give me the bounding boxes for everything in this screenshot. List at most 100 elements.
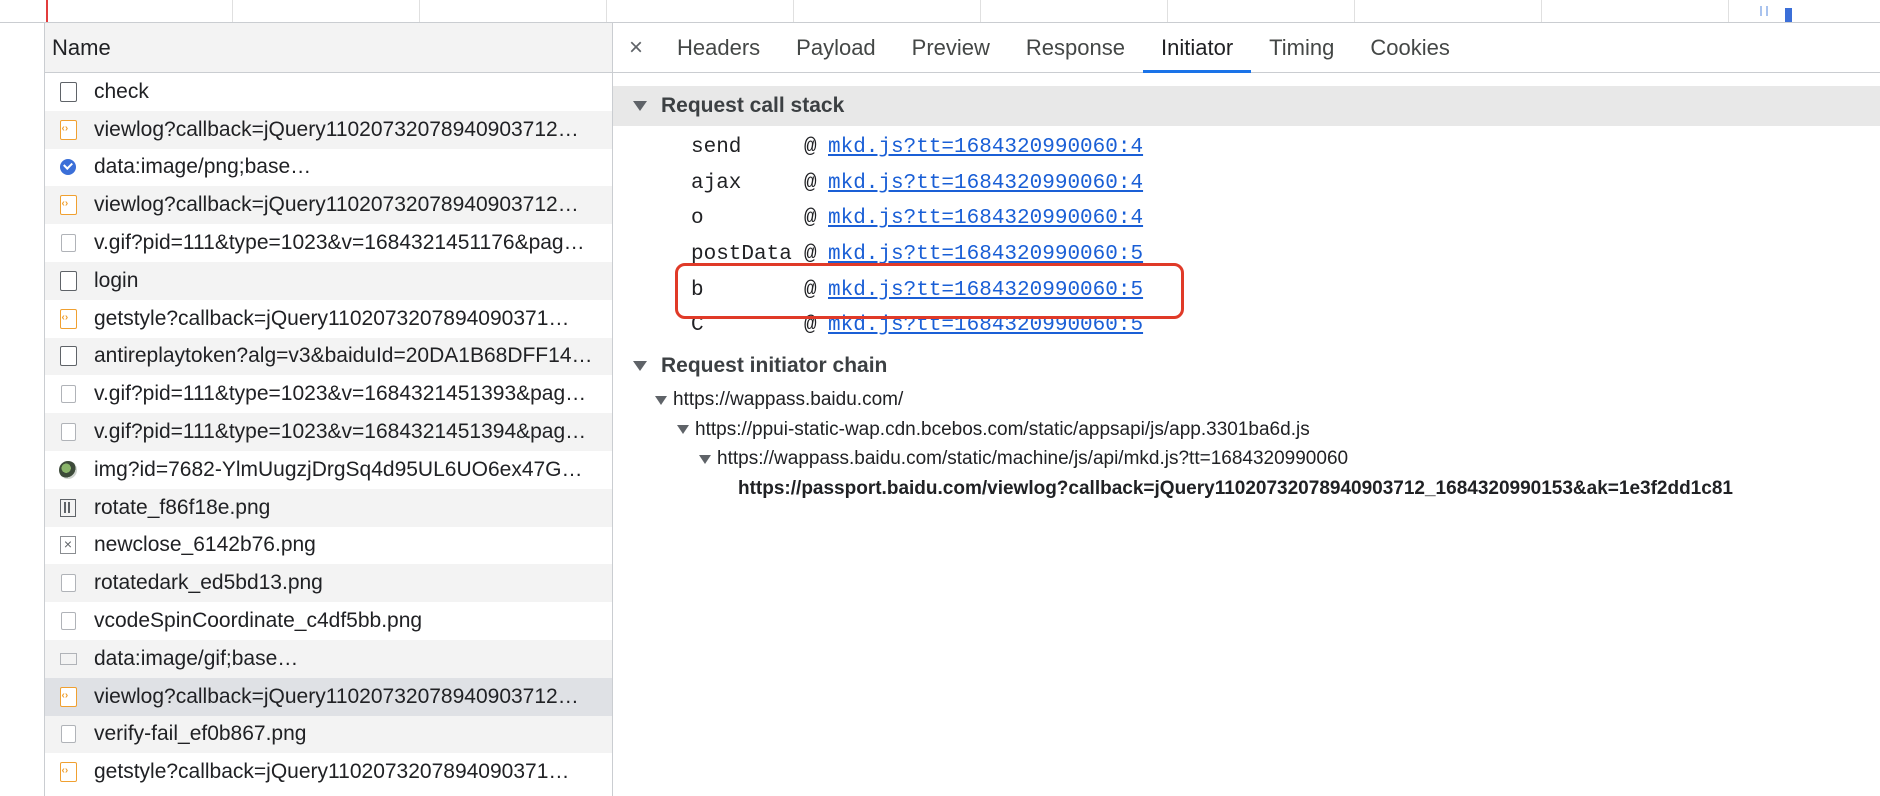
- script-icon: [59, 308, 77, 329]
- request-row[interactable]: v.gif?pid=111&type=1023&v=1684321451176&…: [45, 224, 612, 262]
- call-stack-frame: send @ mkd.js?tt=1684320990060:4: [691, 130, 1880, 166]
- initiator-url: https://wappass.baidu.com/: [673, 389, 904, 411]
- at-separator: @: [804, 207, 817, 231]
- request-name: newclose_6142b76.png: [94, 533, 316, 557]
- tab-response[interactable]: Response: [1008, 23, 1143, 72]
- tab-list: Headers Payload Preview Response Initiator Ti…: [659, 23, 1468, 73]
- tab-cookies[interactable]: Cookies: [1352, 23, 1467, 72]
- name-column-header[interactable]: Name: [45, 23, 612, 73]
- request-row[interactable]: viewlog?callback=jQuery11020732078940903…: [45, 186, 612, 225]
- tab-timing[interactable]: Timing: [1251, 23, 1352, 72]
- request-row[interactable]: check: [45, 73, 612, 111]
- network-timeline-overview[interactable]: [0, 0, 1880, 23]
- timeline-gridline: [1354, 0, 1355, 22]
- initiator-chain-item[interactable]: https://wappass.baidu.com/: [613, 386, 1880, 416]
- document-light-icon: [59, 724, 77, 744]
- timeline-request-bar: [1785, 8, 1792, 22]
- request-call-stack-header[interactable]: Request call stack: [613, 86, 1880, 126]
- timeline-gridline: [1167, 0, 1168, 22]
- request-name: rotate_f86f18e.png: [94, 495, 271, 519]
- at-separator: @: [804, 171, 817, 195]
- script-icon: [59, 195, 77, 216]
- tab-preview[interactable]: Preview: [894, 23, 1008, 72]
- frame-source-link[interactable]: mkd.js?tt=1684320990060:4: [828, 136, 1143, 159]
- document-light-icon: [59, 573, 77, 593]
- request-name: vcodeSpinCoordinate_c4df5bb.png: [94, 609, 423, 633]
- timeline-gridline: [1541, 0, 1542, 22]
- request-name: v.gif?pid=111&type=1023&v=1684321451393&…: [94, 382, 587, 406]
- initiator-chain-item[interactable]: https://ppui-static-wap.cdn.bcebos.com/s…: [613, 415, 1880, 445]
- section-title: Request initiator chain: [661, 353, 888, 377]
- section-title: Request call stack: [661, 94, 845, 117]
- call-stack-frames: send @ mkd.js?tt=1684320990060:4 ajax @ mkd.j…: [613, 126, 1880, 344]
- request-details-panel: × Headers Payload Preview Response Initiator…: [613, 23, 1880, 796]
- timeline-gridline: [232, 0, 233, 22]
- request-list: check viewlog?callback=jQuery110207320789…: [45, 73, 612, 791]
- request-row[interactable]: viewlog?callback=jQuery11020732078940903…: [45, 677, 612, 716]
- script-icon: [59, 119, 77, 140]
- timeline-gridline: [606, 0, 607, 22]
- bar-icon: [59, 649, 77, 669]
- request-row[interactable]: getstyle?callback=jQuery1102073207894090…: [45, 753, 612, 791]
- request-row[interactable]: viewlog?callback=jQuery11020732078940903…: [45, 110, 612, 149]
- request-row[interactable]: login: [45, 261, 612, 300]
- request-initiator-chain-header[interactable]: Request initiator chain: [613, 346, 1880, 386]
- request-name: getstyle?callback=jQuery1102073207894090…: [94, 760, 570, 784]
- timeline-gridline: [980, 0, 981, 22]
- request-row[interactable]: v.gif?pid=111&type=1023&v=1684321451394&…: [45, 413, 612, 451]
- tab-headers[interactable]: Headers: [659, 23, 778, 72]
- call-stack-frame: ajax @ mkd.js?tt=1684320990060:4: [691, 166, 1880, 202]
- request-name: verify-fail_ef0b867.png: [94, 722, 307, 746]
- initiator-chain-item[interactable]: https://wappass.baidu.com/static/machine…: [613, 445, 1880, 475]
- frame-source-link[interactable]: mkd.js?tt=1684320990060:4: [828, 207, 1143, 230]
- close-image-icon: ×: [59, 535, 77, 555]
- request-name: viewlog?callback=jQuery11020732078940903…: [94, 684, 579, 708]
- request-row[interactable]: rotate_f86f18e.png: [45, 488, 612, 527]
- request-name: img?id=7682-YlmUugzjDrgSq4d95UL6UO6ex47G…: [94, 457, 583, 481]
- request-name: data:image/png;base…: [94, 155, 312, 179]
- request-row[interactable]: getstyle?callback=jQuery1102073207894090…: [45, 300, 612, 338]
- frame-source-link[interactable]: mkd.js?tt=1684320990060:4: [828, 172, 1143, 195]
- timeline-request-bar: [1766, 6, 1768, 16]
- request-row[interactable]: × newclose_6142b76.png: [45, 527, 612, 565]
- initiator-chain-tree: https://wappass.baidu.com/https://ppui-s…: [613, 386, 1880, 504]
- request-name: data:image/gif;base…: [94, 646, 299, 670]
- timeline-request-bar: [1760, 6, 1762, 16]
- name-column-label: Name: [52, 34, 111, 60]
- document-light-icon: [59, 233, 77, 253]
- document-icon: [59, 270, 77, 291]
- initiator-url: https://passport.baidu.com/viewlog?callb…: [738, 477, 1733, 499]
- expand-triangle-icon: [633, 360, 647, 371]
- tab-payload[interactable]: Payload: [778, 23, 894, 72]
- request-row[interactable]: v.gif?pid=111&type=1023&v=1684321451393&…: [45, 375, 612, 413]
- request-row[interactable]: rotatedark_ed5bd13.png: [45, 564, 612, 603]
- request-row[interactable]: img?id=7682-YlmUugzjDrgSq4d95UL6UO6ex47G…: [45, 451, 612, 489]
- request-row[interactable]: verify-fail_ef0b867.png: [45, 715, 612, 754]
- expand-triangle-icon: [655, 395, 667, 405]
- request-row[interactable]: antireplaytoken?alg=v3&baiduId=20DA1B68D…: [45, 337, 612, 376]
- check-circle-icon: [59, 157, 77, 177]
- initiator-chain-item[interactable]: https://passport.baidu.com/viewlog?callb…: [613, 474, 1880, 504]
- request-name: check: [94, 79, 149, 103]
- request-name: v.gif?pid=111&type=1023&v=1684321451394&…: [94, 420, 587, 444]
- tab-initiator[interactable]: Initiator: [1143, 23, 1252, 73]
- request-row[interactable]: data:image/gif;base…: [45, 639, 612, 678]
- timeline-gridline: [1728, 0, 1729, 22]
- request-row[interactable]: data:image/png;base…: [45, 149, 612, 187]
- request-row[interactable]: vcodeSpinCoordinate_c4df5bb.png: [45, 602, 612, 640]
- timeline-gridline: [793, 0, 794, 22]
- frame-function-name: o: [691, 207, 704, 231]
- expand-triangle-icon: [677, 425, 689, 435]
- request-name: v.gif?pid=111&type=1023&v=1684321451176&…: [94, 231, 585, 255]
- rotate-icon: [59, 498, 77, 518]
- close-details-button[interactable]: ×: [613, 23, 659, 72]
- request-name: login: [94, 268, 139, 292]
- timeline-gridline: [419, 0, 420, 22]
- document-light-icon: [59, 611, 77, 631]
- at-separator: @: [804, 136, 817, 160]
- request-name: viewlog?callback=jQuery11020732078940903…: [94, 193, 579, 217]
- initiator-url: https://ppui-static-wap.cdn.bcebos.com/s…: [695, 418, 1310, 440]
- document-icon: [59, 81, 77, 102]
- request-list-panel: Name check viewlog?callback=jQuery1102073…: [44, 23, 613, 796]
- request-name: getstyle?callback=jQuery1102073207894090…: [94, 306, 570, 330]
